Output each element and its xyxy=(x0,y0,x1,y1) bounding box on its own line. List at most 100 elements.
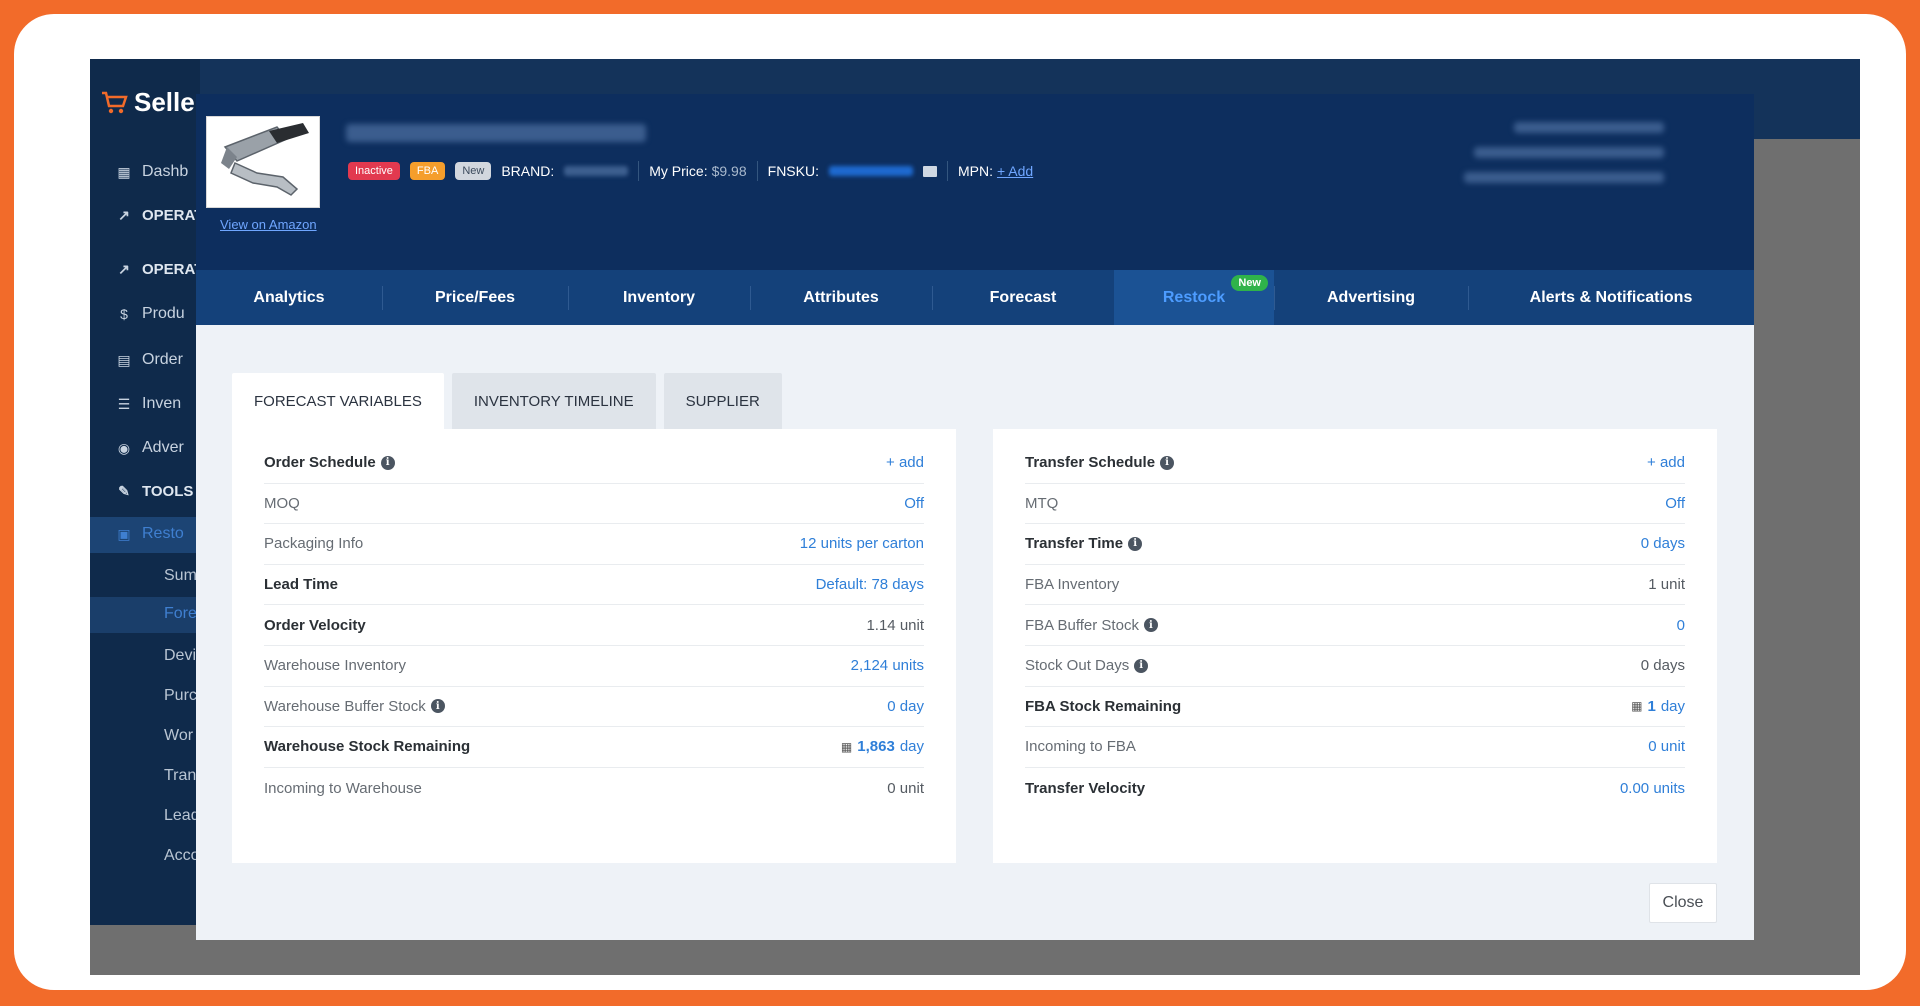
sidebar-item-advertising[interactable]: ◉ Adver xyxy=(116,439,184,457)
row-warehouse-buffer-stock: Warehouse Buffer Stock i 0 day xyxy=(264,687,924,728)
mtq-value[interactable]: Off xyxy=(1665,495,1685,512)
packaging-info-value[interactable]: 12 units per carton xyxy=(800,535,924,552)
row-order-velocity: Order Velocity 1.14 unit xyxy=(264,605,924,646)
fba-stock-remaining-value[interactable]: ▦ 1 day xyxy=(1631,698,1685,715)
warehouse-stock-remaining-value[interactable]: ▦ 1,863 day xyxy=(841,738,924,755)
product-identifiers-redacted xyxy=(1464,122,1664,183)
view-on-amazon-link[interactable]: View on Amazon xyxy=(220,217,317,232)
sidebar-item-dashboard[interactable]: ▦ Dashb xyxy=(116,163,188,181)
sidebar-subitem[interactable]: Purc xyxy=(164,687,197,705)
row-warehouse-inventory: Warehouse Inventory 2,124 units xyxy=(264,646,924,687)
divider xyxy=(756,161,758,181)
divider xyxy=(946,161,948,181)
row-incoming-to-warehouse: Incoming to Warehouse 0 unit xyxy=(264,779,924,797)
new-condition-badge: New xyxy=(455,162,492,180)
divider xyxy=(638,161,640,181)
app-logo[interactable]: Seller xyxy=(100,87,205,118)
row-order-schedule: Order Schedule i + add xyxy=(264,443,924,484)
truck-icon: ▣ xyxy=(117,525,131,542)
sidebar-subitem[interactable]: Sum xyxy=(164,567,197,585)
row-transfer-time: Transfer Time i 0 days xyxy=(1025,524,1685,565)
product-image xyxy=(206,116,320,208)
tab-analytics[interactable]: Analytics xyxy=(196,270,382,325)
sidebar-section-tools[interactable]: ✎ TOOLS xyxy=(116,483,193,500)
sidebar-subitem-active[interactable]: Fore xyxy=(164,605,197,623)
my-price-label: My Price: xyxy=(649,163,708,179)
chart-icon: ↗ xyxy=(118,261,130,277)
sidebar-subitem[interactable]: Wor xyxy=(164,727,193,745)
tab-price-fees[interactable]: Price/Fees xyxy=(382,270,568,325)
close-button[interactable]: Close xyxy=(1649,883,1717,923)
row-warehouse-stock-remaining: Warehouse Stock Remaining ▦ 1,863 day xyxy=(264,727,924,768)
sidebar-section-operations[interactable]: ↗ OPERAT xyxy=(116,207,203,224)
tab-attributes[interactable]: Attributes xyxy=(750,270,932,325)
subtab-forecast-variables[interactable]: FORECAST VARIABLES xyxy=(232,373,444,429)
tab-alerts-notifications[interactable]: Alerts & Notifications xyxy=(1468,270,1754,325)
info-icon[interactable]: i xyxy=(1143,618,1158,633)
tab-forecast[interactable]: Forecast xyxy=(932,270,1114,325)
fba-badge: FBA xyxy=(409,162,446,180)
sidebar-item-orders[interactable]: ▤ Order xyxy=(116,351,183,369)
incoming-to-fba-value[interactable]: 0 unit xyxy=(1648,738,1685,755)
calculator-icon: ▦ xyxy=(840,739,853,754)
modal-header: View on Amazon Inactive FBA New BRAND: M… xyxy=(196,94,1754,270)
incoming-to-warehouse-value: 0 unit xyxy=(887,779,924,797)
lead-time-value[interactable]: Default: 78 days xyxy=(816,576,924,593)
calculator-icon: ▦ xyxy=(1631,699,1643,714)
transfer-time-value[interactable]: 0 days xyxy=(1641,535,1685,552)
row-moq: MOQ Off xyxy=(264,484,924,525)
order-velocity-value: 1.14 unit xyxy=(866,616,924,634)
mpn-label: MPN: xyxy=(957,163,993,179)
sidebar-item-products[interactable]: $ Produ xyxy=(116,305,185,323)
info-icon[interactable]: i xyxy=(1134,658,1149,673)
brand-value-redacted xyxy=(564,166,629,176)
warehouse-buffer-stock-value[interactable]: 0 day xyxy=(887,698,924,715)
my-price-value: $9.98 xyxy=(711,163,747,179)
fba-variables-panel: Transfer Schedule i + add MTQ Off Transfe… xyxy=(993,429,1717,863)
logo-text: Seller xyxy=(134,87,205,117)
subtab-supplier[interactable]: SUPPLIER xyxy=(663,373,782,429)
cart-icon xyxy=(100,90,128,116)
info-icon[interactable]: i xyxy=(1160,455,1175,470)
row-fba-stock-remaining: FBA Stock Remaining ▦ 1 day xyxy=(1025,687,1685,728)
row-transfer-schedule: Transfer Schedule i + add xyxy=(1025,443,1685,484)
fba-buffer-stock-value[interactable]: 0 xyxy=(1677,617,1685,634)
info-icon[interactable]: i xyxy=(380,455,395,470)
row-mtq: MTQ Off xyxy=(1025,484,1685,525)
sidebar-section-operations-2[interactable]: ↗ OPERAT xyxy=(116,261,203,278)
product-detail-modal: View on Amazon Inactive FBA New BRAND: M… xyxy=(196,94,1754,940)
transfer-velocity-value[interactable]: 0.00 units xyxy=(1620,780,1685,797)
order-schedule-add-link[interactable]: + add xyxy=(886,454,924,471)
tab-advertising[interactable]: Advertising xyxy=(1274,270,1468,325)
sidebar-item-inventory[interactable]: ☰ Inven xyxy=(116,395,181,413)
wrench-icon: ✎ xyxy=(118,483,130,499)
info-icon[interactable]: i xyxy=(430,699,445,714)
mpn-add-link[interactable]: + Add xyxy=(997,163,1033,179)
stock-out-days-value: 0 days xyxy=(1640,657,1685,675)
sidebar-subitem[interactable]: Acco xyxy=(164,847,200,865)
fba-inventory-value: 1 unit xyxy=(1648,576,1685,594)
row-fba-buffer-stock: FBA Buffer Stock i 0 xyxy=(1025,605,1685,646)
new-pill-badge: New xyxy=(1231,275,1268,291)
copy-icon[interactable] xyxy=(922,165,937,177)
grid-icon: ▦ xyxy=(117,163,131,180)
subtab-inventory-timeline[interactable]: INVENTORY TIMELINE xyxy=(451,373,656,429)
screenshot-frame: Seller ▦ Dashb ↗ OPERAT ↗ OPERAT $ Produ ▤ Or… xyxy=(14,14,1906,990)
list-icon: ▤ xyxy=(117,351,131,368)
app-sidebar: Seller ▦ Dashb ↗ OPERAT ↗ OPERAT $ Produ ▤ Or… xyxy=(90,59,205,925)
product-title-redacted xyxy=(346,124,646,142)
sidebar-subitem[interactable]: Lead xyxy=(164,807,200,825)
tab-inventory[interactable]: Inventory xyxy=(568,270,750,325)
tab-restock[interactable]: Restock New xyxy=(1114,270,1274,325)
moq-value[interactable]: Off xyxy=(904,495,924,512)
modal-tab-bar: Analytics Price/Fees Inventory Attribute… xyxy=(196,270,1754,325)
warehouse-inventory-value[interactable]: 2,124 units xyxy=(851,657,924,674)
dollar-icon: $ xyxy=(120,306,128,322)
sidebar-subitem[interactable]: Devi xyxy=(164,647,196,665)
row-incoming-to-fba: Incoming to FBA 0 unit xyxy=(1025,727,1685,768)
list-icon: ☰ xyxy=(117,395,131,412)
sidebar-item-restock[interactable]: ▣ Resto xyxy=(116,525,183,543)
sidebar-subitem[interactable]: Tran xyxy=(164,767,196,785)
transfer-schedule-add-link[interactable]: + add xyxy=(1647,454,1685,471)
info-icon[interactable]: i xyxy=(1128,536,1143,551)
